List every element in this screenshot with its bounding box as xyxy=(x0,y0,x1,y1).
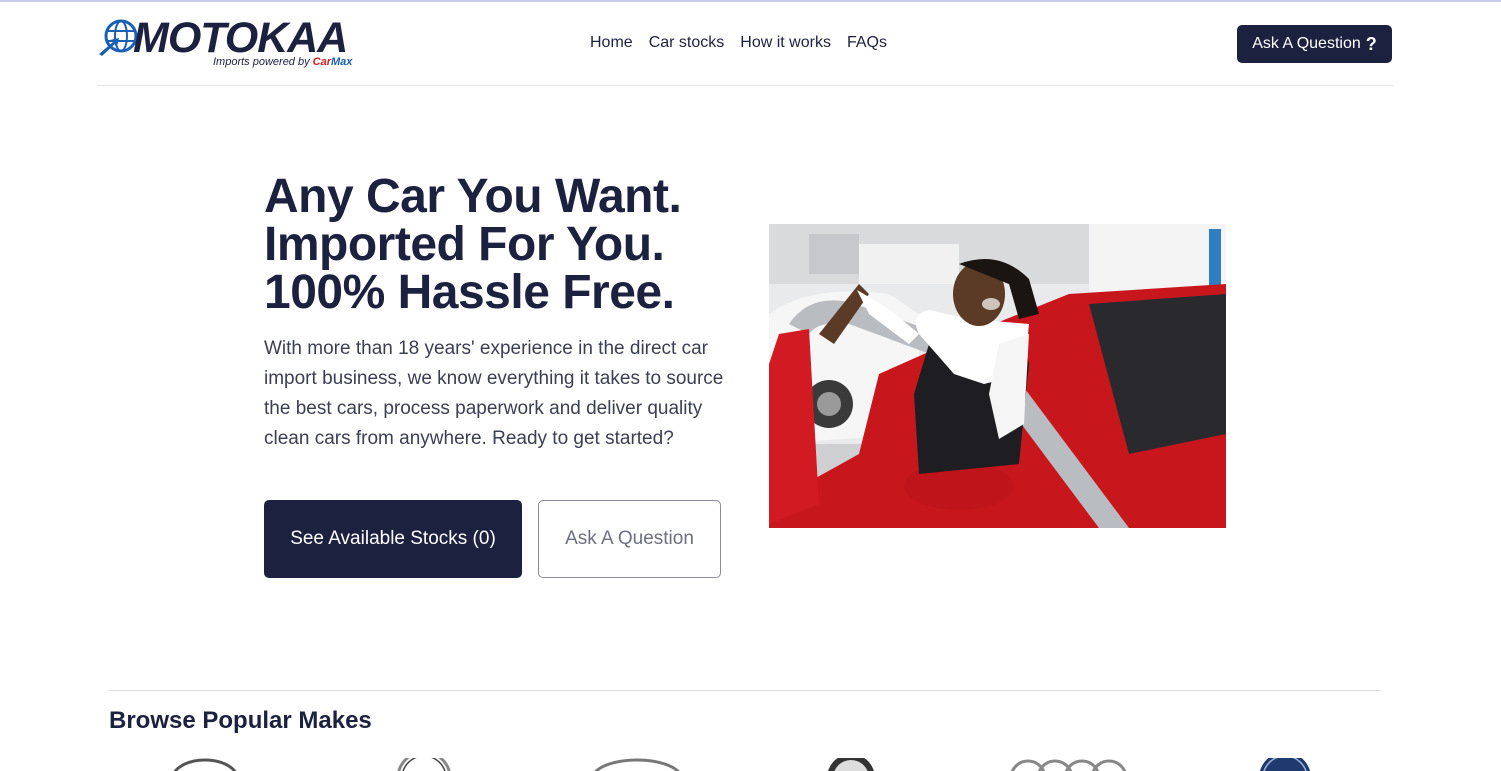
ask-question-button-header[interactable]: Ask A Question ? xyxy=(1237,25,1392,63)
section-divider xyxy=(109,690,1381,691)
popular-makes-list xyxy=(0,758,1501,771)
nav-item-faqs[interactable]: FAQs xyxy=(847,34,887,52)
make-logo-6-icon[interactable] xyxy=(1257,758,1313,771)
make-logo-4-icon[interactable] xyxy=(825,758,877,771)
nav-item-home[interactable]: Home xyxy=(590,34,633,52)
browse-popular-makes-title: Browse Popular Makes xyxy=(109,707,372,734)
partner-name-max: Max xyxy=(331,56,353,68)
make-logo-3-icon[interactable] xyxy=(590,758,685,771)
site-header: MOTOKAA Imports powered by CarMax Home C… xyxy=(97,2,1393,86)
nav-item-how-it-works[interactable]: How it works xyxy=(740,34,831,52)
brand-logo[interactable]: MOTOKAA Imports powered by CarMax xyxy=(97,14,387,72)
make-logo-5-icon[interactable] xyxy=(1008,758,1130,771)
hero-description: With more than 18 years' experience in t… xyxy=(264,338,724,449)
hero-title-line-2: Imported For You. xyxy=(264,218,665,271)
partner-name-car: Car xyxy=(312,56,332,68)
hero-title-line-3: 100% Hassle Free. xyxy=(264,266,675,319)
make-logo-2-icon[interactable] xyxy=(395,758,453,771)
hero-image xyxy=(769,224,1226,528)
brand-tagline: Imports powered by CarMax xyxy=(213,56,352,68)
nav-item-car-stocks[interactable]: Car stocks xyxy=(649,34,725,52)
question-mark-icon: ? xyxy=(1365,33,1377,54)
ask-question-button-hero[interactable]: Ask A Question xyxy=(538,500,721,578)
see-available-stocks-button[interactable]: See Available Stocks (0) xyxy=(264,500,522,578)
hero-title-line-1: Any Car You Want. xyxy=(264,170,682,223)
tagline-prefix: Imports powered by xyxy=(213,56,310,68)
make-logo-1-icon[interactable] xyxy=(170,758,240,771)
main-nav: Home Car stocks How it works FAQs xyxy=(590,34,887,52)
hero-title: Any Car You Want. Imported For You. 100%… xyxy=(264,173,744,317)
ask-question-label: Ask A Question xyxy=(1252,35,1361,52)
woman-with-red-car-image xyxy=(769,224,1226,528)
